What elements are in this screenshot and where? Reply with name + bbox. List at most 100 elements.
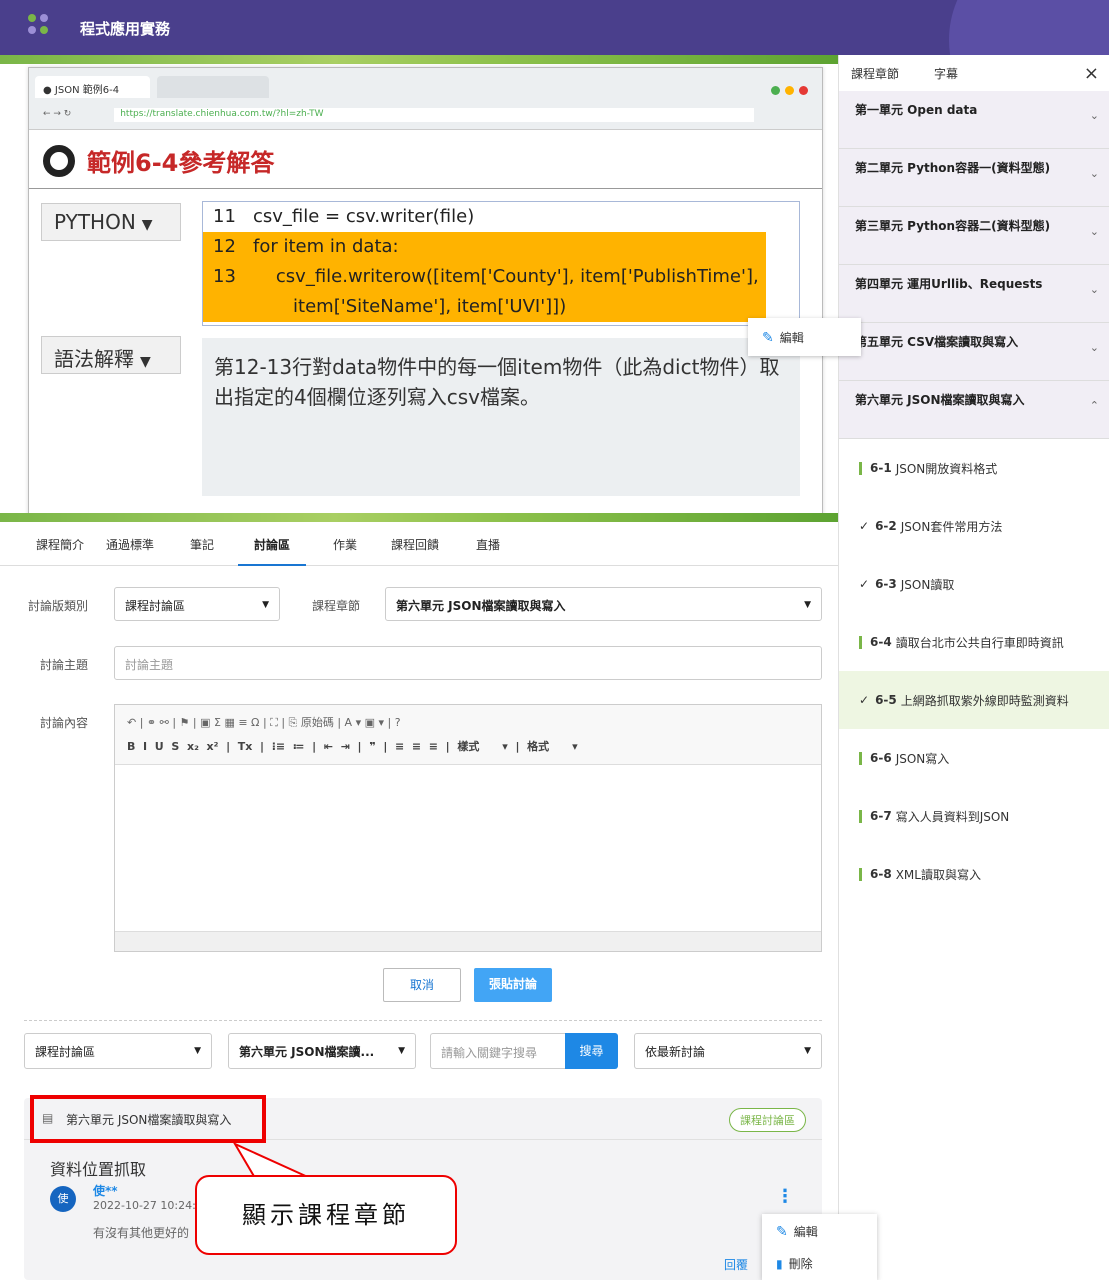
lesson-marker-icon — [859, 461, 862, 475]
caret-down-icon: ▼ — [398, 1046, 405, 1056]
chapter-select[interactable]: 第六單元 JSON檔案讀取與寫入 ▼ — [385, 587, 822, 621]
code-line: item['SiteName'], item['UVI']]) — [203, 292, 766, 322]
filter-chapter-select[interactable]: 第六單元 JSON檔案讀... ▼ — [228, 1033, 416, 1069]
chevron-down-icon: ⌄ — [1089, 225, 1099, 238]
syntax-explanation: 第12-13行對data物件中的每一個item物件（此為dict物件）取出指定的… — [202, 338, 800, 496]
tab-criteria[interactable]: 通過標準 — [106, 536, 154, 553]
filter-category-select[interactable]: 課程討論區 ▼ — [24, 1033, 212, 1069]
annotation-highlight-box — [30, 1095, 266, 1143]
code-line: 13 csv_file.writerow([item['County'], it… — [203, 262, 766, 292]
check-icon: ✓ — [859, 693, 870, 707]
slide-title: 範例6-4參考解答 — [43, 143, 274, 178]
post-body: 有沒有其他更好的 — [93, 1226, 190, 1240]
submit-discussion-button[interactable]: 張貼討論 — [474, 968, 552, 1002]
caret-down-icon: ▼ — [804, 600, 811, 610]
lesson-marker-icon — [859, 751, 862, 765]
language-select: PYTHON ▼ — [41, 203, 181, 241]
rich-text-editor[interactable]: ↶ | ⚭ ⚯ | ⚑ | ▣ Σ ▦ ≡ Ω | ⛶ | ⎘ 原始碼 | A … — [114, 704, 822, 952]
cancel-button[interactable]: 取消 — [383, 968, 461, 1002]
search-button[interactable]: 搜尋 — [565, 1033, 618, 1069]
unit-3[interactable]: 第三單元 Python容器二(資料型態) ⌄ — [839, 207, 1109, 265]
tab-live[interactable]: 直播 — [476, 536, 500, 553]
browser-tab: ● JSON 範例6-4 — [35, 76, 150, 98]
browser-chrome: ● JSON 範例6-4 ← → ↻ https://translate.chi… — [29, 68, 822, 130]
caret-down-icon: ▼ — [804, 1046, 811, 1056]
json-logo-icon — [43, 144, 75, 177]
category-select[interactable]: 課程討論區 ▼ — [114, 587, 280, 621]
editor-resize-bar[interactable] — [115, 931, 821, 951]
sidebar-tabs: 課程章節 字幕 × — [839, 55, 1109, 91]
chevron-down-icon: ⌄ — [1089, 283, 1099, 296]
browser-tab-empty — [157, 76, 269, 98]
lesson-6-7[interactable]: 6-7 寫入人員資料到JSON — [839, 787, 1109, 845]
lesson-6-8[interactable]: 6-8 XML讀取與寫入 — [839, 845, 1109, 903]
app-title: 程式應用實務 — [80, 20, 171, 38]
caret-down-icon: ▼ — [194, 1046, 201, 1056]
post-options-menu: ✎ 編輯 ▮ 刪除 — [762, 1214, 877, 1280]
tab-homework[interactable]: 作業 — [333, 536, 357, 553]
unit-6[interactable]: 第六單元 JSON檔案讀取與寫入 ⌃ — [839, 381, 1109, 439]
lesson-6-3[interactable]: ✓ 6-3 JSON讀取 — [839, 555, 1109, 613]
menu-delete[interactable]: ▮ 刪除 — [762, 1246, 877, 1278]
app-logo-icon[interactable] — [28, 14, 50, 36]
code-block: 11 csv_file = csv.writer(file) 12 for item… — [202, 201, 800, 326]
video-top-stripe — [0, 55, 838, 64]
syntax-select: 語法解釋 ▼ — [41, 336, 181, 374]
lesson-6-2[interactable]: ✓ 6-2 JSON套件常用方法 — [839, 497, 1109, 555]
video-player[interactable]: ● JSON 範例6-4 ← → ↻ https://translate.chi… — [0, 55, 838, 522]
section-divider — [24, 1020, 822, 1021]
editor-toolbar[interactable]: ↶ | ⚭ ⚯ | ⚑ | ▣ Σ ▦ ≡ Ω | ⛶ | ⎘ 原始碼 | A … — [115, 705, 821, 765]
video-bottom-stripe — [0, 513, 838, 522]
topic-input[interactable]: 討論主題 — [114, 646, 822, 680]
unit-4[interactable]: 第四單元 運用Urllib、Requests ⌄ — [839, 265, 1109, 323]
lesson-marker-icon — [859, 635, 862, 649]
more-options-icon[interactable]: ⋮ — [776, 1186, 794, 1207]
tab-feedback[interactable]: 課程回饋 — [391, 536, 439, 553]
lesson-marker-icon — [859, 809, 862, 823]
unit-2[interactable]: 第二單元 Python容器一(資料型態) ⌄ — [839, 149, 1109, 207]
unit-5[interactable]: 第五單元 CSV檔案讀取與寫入 ⌄ — [839, 323, 1109, 381]
topic-label: 討論主題 — [40, 658, 89, 672]
post-author[interactable]: 使** — [93, 1182, 118, 1199]
tab-discussion[interactable]: 討論區 — [238, 536, 307, 566]
caret-down-icon: ▼ — [262, 600, 269, 610]
edit-icon: ✎ — [762, 330, 774, 346]
reply-link[interactable]: 回覆 — [724, 1256, 748, 1273]
browser-window-dots — [766, 80, 808, 99]
lesson-6-1[interactable]: 6-1 JSON開放資料格式 — [839, 439, 1109, 497]
lesson-6-4[interactable]: 6-4 讀取台北市公共自行車即時資訊 — [839, 613, 1109, 671]
edit-icon: ✎ — [776, 1224, 788, 1240]
browser-url-bar: ← → ↻ https://translate.chienhua.com.tw/… — [35, 104, 816, 124]
video-edit-popup[interactable]: ✎ 編輯 — [748, 318, 861, 356]
lesson-6-6[interactable]: 6-6 JSON寫入 — [839, 729, 1109, 787]
header-decoration — [949, 0, 1109, 55]
tab-chapters[interactable]: 課程章節 — [851, 65, 899, 82]
avatar: 使 — [50, 1186, 76, 1212]
editor-toolbar-row2[interactable]: B I U S x₂ x² | Tx | ⁝≡ ≔ | ⇤ ⇥ | ❞ | ≡ … — [127, 735, 809, 759]
lesson-marker-icon — [859, 867, 862, 881]
menu-edit[interactable]: ✎ 編輯 — [762, 1214, 877, 1246]
slide-browser-frame: ● JSON 範例6-4 ← → ↻ https://translate.chi… — [28, 67, 823, 517]
post-title[interactable]: 資料位置抓取 — [50, 1156, 146, 1180]
content-label: 討論內容 — [40, 716, 89, 730]
trash-icon: ▮ — [776, 1257, 783, 1271]
check-icon: ✓ — [859, 519, 870, 533]
sort-select[interactable]: 依最新討論 ▼ — [634, 1033, 822, 1069]
search-input[interactable]: 請輸入關鍵字搜尋 — [430, 1033, 565, 1069]
code-line: 12 for item in data: — [203, 232, 766, 262]
close-icon[interactable]: × — [1084, 63, 1099, 84]
lesson-6-5[interactable]: ✓ 6-5 上網路抓取紫外線即時監測資料 — [839, 671, 1109, 729]
editor-toolbar-row1[interactable]: ↶ | ⚭ ⚯ | ⚑ | ▣ Σ ▦ ≡ Ω | ⛶ | ⎘ 原始碼 | A … — [127, 711, 809, 735]
tab-intro[interactable]: 課程簡介 — [36, 536, 84, 553]
tab-notes[interactable]: 筆記 — [190, 536, 214, 553]
unit-1[interactable]: 第一單元 Open data ⌄ — [839, 91, 1109, 149]
chapter-label: 課程章節 — [312, 599, 361, 613]
check-icon: ✓ — [859, 577, 870, 591]
chapter-sidebar: 課程章節 字幕 × 第一單元 Open data ⌄ 第二單元 Python容器一… — [838, 55, 1109, 1280]
code-line: 11 csv_file = csv.writer(file) — [213, 206, 475, 227]
app-header: 程式應用實務 — [0, 0, 1109, 55]
post-time: 2022-10-27 10:24:34 — [93, 1199, 210, 1212]
tab-subtitles[interactable]: 字幕 — [934, 65, 958, 82]
slide-divider — [29, 188, 822, 189]
category-label: 討論版類別 — [28, 599, 89, 613]
